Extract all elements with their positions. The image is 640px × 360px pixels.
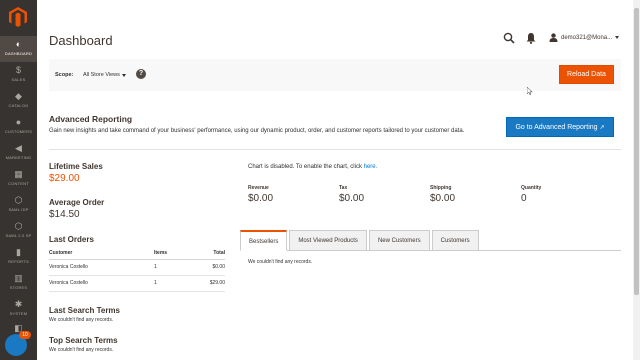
nav-label: CONTENT bbox=[8, 181, 29, 186]
order-total: $29.00 bbox=[194, 275, 225, 292]
nav-item-saml-idp[interactable]: ⬡ SAML IDP bbox=[0, 192, 37, 218]
last-search-terms-title: Last Search Terms bbox=[49, 306, 120, 315]
quantity-value: 0 bbox=[521, 193, 527, 204]
scope-label: Scope: bbox=[55, 72, 74, 78]
nav-item-sales[interactable]: $ SALES bbox=[0, 62, 37, 88]
scope-bar: Scope: All Store Views ? Reload Data bbox=[49, 59, 621, 91]
lifetime-sales-value: $29.00 bbox=[49, 173, 80, 184]
user-menu[interactable]: demo321@Mona... bbox=[549, 33, 620, 42]
top-search-terms-empty: We couldn't find any records. bbox=[49, 347, 114, 353]
external-link-icon: ↗ bbox=[599, 125, 605, 131]
speedometer-icon: ◐ bbox=[15, 39, 22, 49]
chat-badge: 10 bbox=[19, 331, 31, 339]
nav-label: SALES bbox=[11, 77, 26, 82]
order-items: 1 bbox=[154, 259, 194, 276]
revenue-label: Revenue bbox=[248, 185, 269, 191]
quantity-label: Quantity bbox=[521, 185, 542, 191]
shipping-value: $0.00 bbox=[430, 193, 456, 204]
nav-item-saml-sp[interactable]: ⬡ SAML 2.0 SP bbox=[0, 218, 37, 244]
scope-select[interactable]: All Store Views bbox=[83, 72, 120, 78]
mouse-cursor-icon bbox=[527, 87, 533, 95]
cube-icon: ◆ bbox=[15, 91, 22, 101]
last-orders-table: Customer Items Total Veronica Costello 1… bbox=[49, 247, 225, 292]
nav-label: CUSTOMERS bbox=[4, 129, 33, 134]
help-icon[interactable]: ? bbox=[136, 69, 146, 79]
nav-label: DASHBOARD bbox=[4, 51, 33, 56]
nav-item-dashboard[interactable]: ◐ DASHBOARD bbox=[0, 36, 37, 62]
gear-icon: ✱ bbox=[14, 299, 23, 309]
tab-empty-message: We couldn't find any records. bbox=[248, 259, 313, 265]
chart-disabled-message: Chart is disabled. To enable the chart, … bbox=[248, 164, 377, 170]
user-name: demo321@Mona... bbox=[561, 34, 613, 41]
nav-item-catalog[interactable]: ◆ CATALOG bbox=[0, 88, 37, 114]
store-icon: ▥ bbox=[14, 273, 23, 283]
column-header-items: Items bbox=[154, 247, 194, 260]
nav-label: SYSTEM bbox=[9, 311, 28, 316]
chevron-down-icon bbox=[615, 36, 620, 39]
nav-label: STORES bbox=[9, 285, 28, 290]
order-items: 1 bbox=[154, 275, 194, 292]
dashboard-tabs: Bestsellers Most Viewed Products New Cus… bbox=[240, 230, 479, 251]
nav-label: REPORTS bbox=[8, 259, 29, 264]
scrollbar-thumb[interactable] bbox=[634, 8, 639, 295]
advanced-reporting-description: Gain new insights and take command of yo… bbox=[49, 128, 465, 134]
tab-most-viewed-products[interactable]: Most Viewed Products bbox=[289, 230, 367, 251]
column-header-customer: Customer bbox=[49, 247, 154, 260]
shipping-label: Shipping bbox=[430, 185, 452, 191]
order-customer: Veronica Costello bbox=[49, 275, 154, 292]
button-label: Go to Advanced Reporting bbox=[515, 124, 598, 131]
chart-message-text: Chart is disabled. To enable the chart, … bbox=[248, 164, 364, 170]
nav-item-marketing[interactable]: ◀ MARKETING bbox=[0, 140, 37, 166]
table-row[interactable]: Veronica Costello 1 $0.00 bbox=[49, 259, 225, 276]
search-icon[interactable] bbox=[503, 32, 515, 44]
tab-new-customers[interactable]: New Customers bbox=[368, 230, 430, 251]
layout-icon: ▦ bbox=[14, 169, 23, 179]
tax-value: $0.00 bbox=[339, 193, 365, 204]
table-header-row: Customer Items Total bbox=[49, 247, 225, 260]
order-customer: Veronica Costello bbox=[49, 259, 154, 276]
nav-item-customers[interactable]: ● CUSTOMERS bbox=[0, 114, 37, 140]
lifetime-sales-label: Lifetime Sales bbox=[49, 162, 103, 171]
hexagon-icon: ⬡ bbox=[14, 195, 23, 205]
reload-data-button[interactable]: Reload Data bbox=[559, 65, 614, 84]
last-orders-title: Last Orders bbox=[49, 235, 94, 244]
column-header-total: Total bbox=[194, 247, 225, 260]
nav-item-system[interactable]: ✱ SYSTEM bbox=[0, 296, 37, 322]
magento-logo-icon[interactable] bbox=[9, 7, 27, 27]
table-row[interactable]: Veronica Costello 1 $29.00 bbox=[49, 275, 225, 292]
nav-label: SAML IDP bbox=[8, 207, 29, 212]
go-to-advanced-reporting-button[interactable]: Go to Advanced Reporting ↗ bbox=[506, 117, 614, 137]
person-icon: ● bbox=[15, 117, 22, 127]
divider bbox=[49, 149, 621, 150]
average-order-value: $14.50 bbox=[49, 209, 80, 220]
nav-label: MARKETING bbox=[5, 155, 32, 160]
nav-label: CATALOG bbox=[8, 103, 29, 108]
page-title: Dashboard bbox=[49, 33, 113, 48]
hexagon-icon: ⬡ bbox=[14, 221, 23, 231]
revenue-value: $0.00 bbox=[248, 193, 274, 204]
nav-item-content[interactable]: ▦ CONTENT bbox=[0, 166, 37, 192]
admin-sidebar: ◐ DASHBOARD $ SALES ◆ CATALOG ● CUSTOMER… bbox=[0, 0, 37, 360]
last-search-terms-empty: We couldn't find any records. bbox=[49, 317, 114, 323]
enable-chart-link[interactable]: here. bbox=[364, 164, 378, 170]
dollar-icon: $ bbox=[15, 65, 21, 75]
nav-label: SAML 2.0 SP bbox=[5, 233, 32, 238]
nav-item-stores[interactable]: ▥ STORES bbox=[0, 270, 37, 296]
tax-label: Tax bbox=[339, 185, 348, 191]
tab-customers[interactable]: Customers bbox=[431, 230, 479, 251]
top-search-terms-title: Top Search Terms bbox=[49, 336, 118, 345]
nav-item-reports[interactable]: ▮ REPORTS bbox=[0, 244, 37, 270]
average-order-label: Average Order bbox=[49, 198, 105, 207]
tab-bestsellers[interactable]: Bestsellers bbox=[240, 230, 288, 251]
chevron-down-icon[interactable] bbox=[122, 74, 126, 77]
order-total: $0.00 bbox=[194, 259, 225, 276]
megaphone-icon: ◀ bbox=[15, 143, 22, 153]
bell-icon[interactable] bbox=[526, 32, 536, 44]
user-icon bbox=[549, 33, 558, 42]
bar-chart-icon: ▮ bbox=[16, 247, 21, 257]
advanced-reporting-title: Advanced Reporting bbox=[49, 114, 133, 124]
